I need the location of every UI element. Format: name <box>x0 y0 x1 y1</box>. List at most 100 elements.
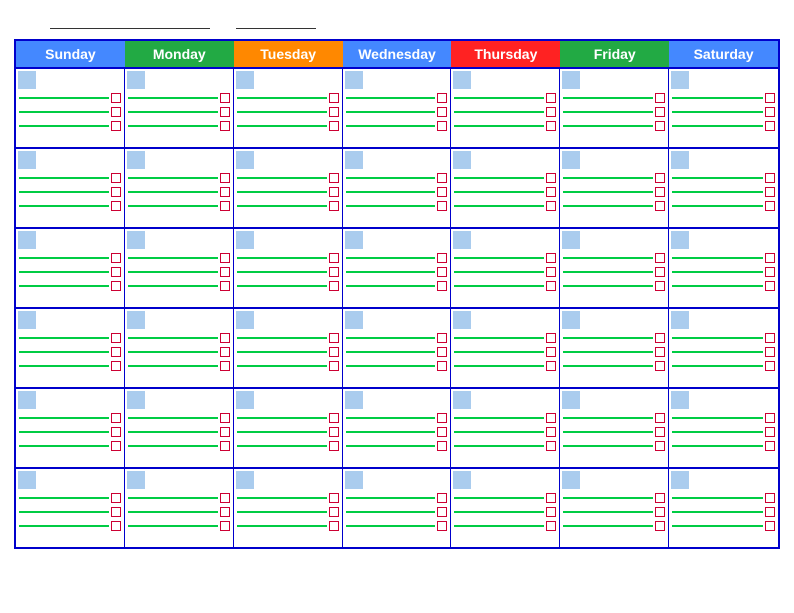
payment-checkbox[interactable] <box>329 493 339 503</box>
payment-checkbox[interactable] <box>220 187 230 197</box>
payment-checkbox[interactable] <box>111 173 121 183</box>
payment-checkbox[interactable] <box>437 507 447 517</box>
payment-checkbox[interactable] <box>111 361 121 371</box>
payment-checkbox[interactable] <box>329 201 339 211</box>
payment-checkbox[interactable] <box>111 521 121 531</box>
payment-checkbox[interactable] <box>111 333 121 343</box>
payment-checkbox[interactable] <box>111 493 121 503</box>
payment-checkbox[interactable] <box>111 347 121 357</box>
payment-checkbox[interactable] <box>655 281 665 291</box>
payment-checkbox[interactable] <box>437 347 447 357</box>
payment-checkbox[interactable] <box>765 333 775 343</box>
payment-checkbox[interactable] <box>655 333 665 343</box>
payment-checkbox[interactable] <box>329 107 339 117</box>
payment-checkbox[interactable] <box>220 93 230 103</box>
payment-checkbox[interactable] <box>765 187 775 197</box>
payment-checkbox[interactable] <box>765 121 775 131</box>
payment-checkbox[interactable] <box>329 333 339 343</box>
payment-checkbox[interactable] <box>437 441 447 451</box>
payment-checkbox[interactable] <box>329 441 339 451</box>
payment-checkbox[interactable] <box>655 93 665 103</box>
payment-checkbox[interactable] <box>546 201 556 211</box>
payment-checkbox[interactable] <box>655 427 665 437</box>
payment-checkbox[interactable] <box>111 413 121 423</box>
payment-checkbox[interactable] <box>655 361 665 371</box>
payment-checkbox[interactable] <box>437 93 447 103</box>
payment-checkbox[interactable] <box>655 441 665 451</box>
payment-checkbox[interactable] <box>437 267 447 277</box>
payment-checkbox[interactable] <box>329 427 339 437</box>
payment-checkbox[interactable] <box>329 173 339 183</box>
payment-checkbox[interactable] <box>437 427 447 437</box>
payment-checkbox[interactable] <box>329 413 339 423</box>
payment-checkbox[interactable] <box>765 521 775 531</box>
payment-checkbox[interactable] <box>546 281 556 291</box>
payment-checkbox[interactable] <box>546 441 556 451</box>
payment-checkbox[interactable] <box>437 413 447 423</box>
payment-checkbox[interactable] <box>655 413 665 423</box>
payment-checkbox[interactable] <box>765 201 775 211</box>
payment-checkbox[interactable] <box>111 427 121 437</box>
payment-checkbox[interactable] <box>546 253 556 263</box>
payment-checkbox[interactable] <box>329 187 339 197</box>
payment-checkbox[interactable] <box>655 187 665 197</box>
payment-checkbox[interactable] <box>220 267 230 277</box>
payment-checkbox[interactable] <box>220 107 230 117</box>
payment-checkbox[interactable] <box>765 413 775 423</box>
payment-checkbox[interactable] <box>655 493 665 503</box>
payment-checkbox[interactable] <box>220 441 230 451</box>
payment-checkbox[interactable] <box>111 201 121 211</box>
payment-checkbox[interactable] <box>329 347 339 357</box>
payment-checkbox[interactable] <box>546 267 556 277</box>
payment-checkbox[interactable] <box>655 347 665 357</box>
payment-checkbox[interactable] <box>546 493 556 503</box>
payment-checkbox[interactable] <box>437 201 447 211</box>
payment-checkbox[interactable] <box>655 173 665 183</box>
payment-checkbox[interactable] <box>111 107 121 117</box>
payment-checkbox[interactable] <box>437 173 447 183</box>
payment-checkbox[interactable] <box>329 93 339 103</box>
payment-checkbox[interactable] <box>765 347 775 357</box>
payment-checkbox[interactable] <box>329 361 339 371</box>
payment-checkbox[interactable] <box>437 107 447 117</box>
payment-checkbox[interactable] <box>111 121 121 131</box>
payment-checkbox[interactable] <box>329 267 339 277</box>
payment-checkbox[interactable] <box>546 413 556 423</box>
payment-checkbox[interactable] <box>765 441 775 451</box>
payment-checkbox[interactable] <box>220 427 230 437</box>
payment-checkbox[interactable] <box>765 253 775 263</box>
payment-checkbox[interactable] <box>329 507 339 517</box>
payment-checkbox[interactable] <box>546 121 556 131</box>
payment-checkbox[interactable] <box>220 201 230 211</box>
payment-checkbox[interactable] <box>220 173 230 183</box>
payment-checkbox[interactable] <box>437 281 447 291</box>
payment-checkbox[interactable] <box>655 121 665 131</box>
payment-checkbox[interactable] <box>655 507 665 517</box>
payment-checkbox[interactable] <box>437 187 447 197</box>
payment-checkbox[interactable] <box>546 427 556 437</box>
payment-checkbox[interactable] <box>655 201 665 211</box>
payment-checkbox[interactable] <box>111 441 121 451</box>
payment-checkbox[interactable] <box>220 347 230 357</box>
payment-checkbox[interactable] <box>111 93 121 103</box>
payment-checkbox[interactable] <box>765 107 775 117</box>
payment-checkbox[interactable] <box>437 333 447 343</box>
payment-checkbox[interactable] <box>765 173 775 183</box>
payment-checkbox[interactable] <box>111 253 121 263</box>
payment-checkbox[interactable] <box>437 253 447 263</box>
payment-checkbox[interactable] <box>437 521 447 531</box>
payment-checkbox[interactable] <box>765 93 775 103</box>
payment-checkbox[interactable] <box>546 187 556 197</box>
payment-checkbox[interactable] <box>220 521 230 531</box>
payment-checkbox[interactable] <box>765 427 775 437</box>
payment-checkbox[interactable] <box>546 521 556 531</box>
payment-checkbox[interactable] <box>546 93 556 103</box>
payment-checkbox[interactable] <box>765 361 775 371</box>
payment-checkbox[interactable] <box>220 253 230 263</box>
payment-checkbox[interactable] <box>546 361 556 371</box>
payment-checkbox[interactable] <box>655 107 665 117</box>
payment-checkbox[interactable] <box>655 267 665 277</box>
payment-checkbox[interactable] <box>437 121 447 131</box>
payment-checkbox[interactable] <box>546 107 556 117</box>
payment-checkbox[interactable] <box>655 253 665 263</box>
